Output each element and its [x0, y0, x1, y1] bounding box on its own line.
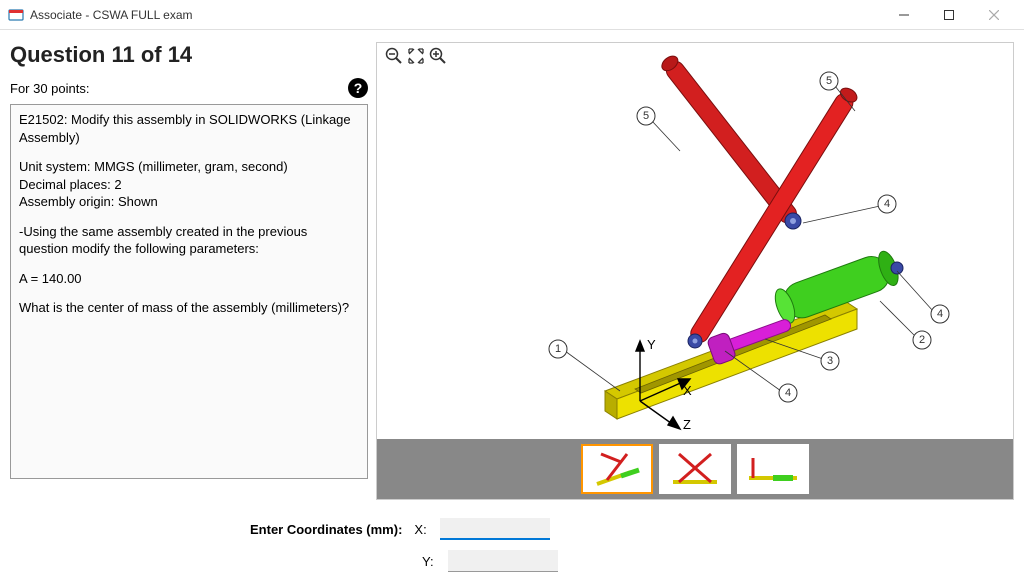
callout: 2: [880, 301, 931, 349]
thumbnail-view-front[interactable]: [659, 444, 731, 494]
zoom-out-icon[interactable]: [384, 46, 404, 66]
thumbnail-view-iso[interactable]: [581, 444, 653, 494]
svg-text:3: 3: [827, 355, 833, 367]
zoom-in-icon[interactable]: [428, 46, 448, 66]
axis-y-label: Y: [647, 337, 656, 352]
thumbnail-view-side[interactable]: [737, 444, 809, 494]
y-input[interactable]: [448, 550, 558, 572]
question-line: A = 140.00: [19, 270, 359, 288]
help-icon[interactable]: ?: [348, 78, 368, 98]
svg-text:2: 2: [919, 334, 925, 346]
svg-text:4: 4: [884, 198, 890, 210]
assembly-viewport[interactable]: Y X Z 1 2 3: [377, 43, 1013, 439]
x-input[interactable]: [440, 518, 550, 540]
image-panel: Y X Z 1 2 3: [376, 42, 1014, 500]
points-label: For 30 points:: [10, 81, 90, 96]
window-title: Associate - CSWA FULL exam: [30, 8, 881, 22]
question-panel: Question 11 of 14 For 30 points: ? E2150…: [10, 42, 368, 500]
assembly-drawing: Y X Z 1 2 3: [425, 51, 965, 431]
svg-text:1: 1: [555, 343, 561, 355]
question-text-box[interactable]: E21502: Modify this assembly in SOLIDWOR…: [10, 104, 368, 479]
axis-x-label: X: [683, 383, 692, 398]
thumbnail-strip: [377, 439, 1013, 499]
svg-text:4: 4: [785, 387, 791, 399]
maximize-button[interactable]: [926, 1, 971, 29]
y-label: Y:: [422, 554, 436, 569]
answer-prompt: Enter Coordinates (mm):: [250, 522, 402, 537]
callout: 4: [897, 271, 949, 323]
zoom-controls: [384, 46, 448, 66]
question-line: Unit system: MMGS (millimeter, gram, sec…: [19, 158, 359, 211]
app-icon: [8, 7, 24, 23]
zoom-fit-icon[interactable]: [406, 46, 426, 66]
minimize-button[interactable]: [881, 1, 926, 29]
svg-text:5: 5: [826, 75, 832, 87]
points-row: For 30 points: ?: [10, 78, 368, 98]
question-line: What is the center of mass of the assemb…: [19, 299, 359, 317]
svg-text:4: 4: [937, 308, 943, 320]
window-titlebar: Associate - CSWA FULL exam: [0, 0, 1024, 30]
question-line: E21502: Modify this assembly in SOLIDWOR…: [19, 111, 359, 146]
svg-text:5: 5: [643, 110, 649, 122]
x-label: X:: [414, 522, 428, 537]
axis-z-label: Z: [683, 417, 691, 431]
callout: 5: [637, 107, 680, 151]
window-controls: [881, 1, 1016, 29]
callout: 1: [549, 340, 620, 391]
answer-area: Enter Coordinates (mm): X: Y:: [250, 500, 1024, 582]
main-area: Question 11 of 14 For 30 points: ? E2150…: [0, 30, 1024, 500]
callout: 4: [803, 195, 896, 223]
question-line: -Using the same assembly created in the …: [19, 223, 359, 258]
close-button[interactable]: [971, 1, 1016, 29]
question-number: Question 11 of 14: [10, 42, 368, 68]
